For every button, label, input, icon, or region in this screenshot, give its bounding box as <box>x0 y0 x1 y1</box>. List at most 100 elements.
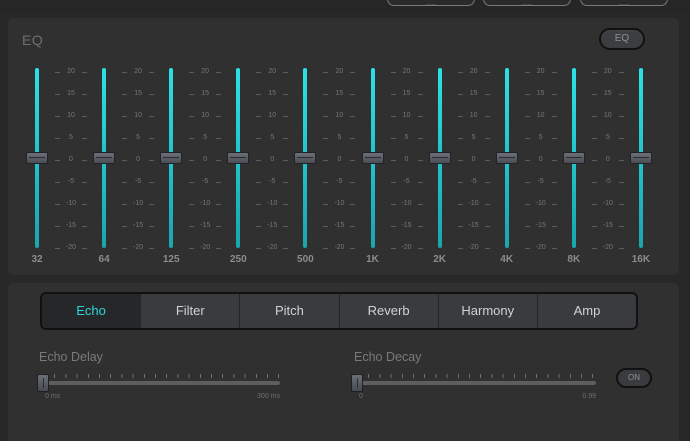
eq-scale-tick: -20 <box>323 244 356 252</box>
eq-scale-label: 10 <box>201 112 210 119</box>
eq-scale-tick: -5 <box>457 178 490 186</box>
eq-scale-label: 0 <box>538 156 543 163</box>
eq-scale-tick: 20 <box>55 68 87 76</box>
echo-delay-track[interactable] <box>37 381 280 385</box>
echo-decay-thumb[interactable] <box>351 374 363 392</box>
eq-scale-label: 5 <box>270 134 275 141</box>
eq-scale-label: 10 <box>67 112 75 119</box>
effect-on-toggle[interactable]: ON <box>616 368 652 388</box>
eq-scale-label: 0 <box>270 156 275 163</box>
tab-echo[interactable]: Echo <box>42 294 141 328</box>
eq-scale-label: 0 <box>203 156 208 163</box>
eq-scale-tick: 20 <box>591 68 624 76</box>
eq-scale-label: -5 <box>537 178 544 185</box>
eq-slider-thumb[interactable] <box>495 152 518 164</box>
eq-scale-tick: 10 <box>189 112 222 120</box>
echo-decay-track[interactable] <box>351 381 596 385</box>
eq-scale-tick: -10 <box>323 200 356 208</box>
tab-amp[interactable]: Amp <box>536 294 636 328</box>
top-button-2[interactable]: .... <box>483 0 571 6</box>
eq-scale-label: 15 <box>469 90 478 97</box>
eq-scale-tick: 0 <box>524 156 557 164</box>
eq-frequency-label: 16K <box>631 254 651 265</box>
eq-scale-label: -20 <box>334 244 345 251</box>
eq-slider-thumb[interactable] <box>361 152 384 164</box>
eq-scale-tick: 5 <box>323 134 356 142</box>
eq-band-250: 250 <box>223 68 253 278</box>
eq-scale-tick: 15 <box>55 90 87 98</box>
eq-scale-label: 5 <box>136 134 141 141</box>
eq-scale-label: -15 <box>401 222 412 229</box>
eq-slider-thumb[interactable] <box>428 152 451 164</box>
eq-scale-tick: -20 <box>122 244 155 252</box>
eq-scale-tick: -5 <box>524 178 557 186</box>
eq-scale-tick: -15 <box>457 222 490 230</box>
echo-decay-slider[interactable]: 0 0.99 <box>351 371 596 400</box>
eq-panel: EQ EQ 32 20 15 10 5 0 -5 -10 -15 -20 64 20 15 10 5 0 -5 -… <box>8 18 679 275</box>
eq-slider-thumb[interactable] <box>294 152 317 164</box>
eq-scale-tick: 10 <box>524 112 557 120</box>
eq-scale-label: 0 <box>136 156 141 163</box>
eq-slider-thumb[interactable] <box>629 152 652 164</box>
eq-db-scale: 20 15 10 5 0 -5 -10 -15 -20 <box>189 68 222 258</box>
eq-scale-tick: 20 <box>524 68 557 76</box>
eq-scale-label: -15 <box>602 222 613 229</box>
eq-scale-label: -10 <box>267 200 278 207</box>
eq-scale-tick: -5 <box>323 178 356 186</box>
eq-scale-label: 10 <box>536 112 545 119</box>
eq-frequency-label: 500 <box>297 254 314 265</box>
eq-slider-thumb[interactable] <box>93 152 116 164</box>
eq-toggle-button[interactable]: EQ <box>599 28 645 50</box>
eq-scale-label: -15 <box>267 222 278 229</box>
eq-scale-label: 0 <box>471 156 476 163</box>
eq-slider-thumb[interactable] <box>26 152 48 164</box>
eq-scale-tick: -10 <box>189 200 222 208</box>
eq-scale-tick: -5 <box>122 178 155 186</box>
eq-scale-label: 20 <box>335 68 344 75</box>
tab-harmony[interactable]: Harmony <box>437 294 537 328</box>
eq-scale-tick: 0 <box>457 156 490 164</box>
eq-scale-label: -20 <box>200 244 211 251</box>
eq-scale-tick: -15 <box>189 222 222 230</box>
eq-db-scale: 20 15 10 5 0 -5 -10 -15 -20 <box>122 68 155 258</box>
eq-scale-tick: 5 <box>189 134 222 142</box>
eq-scale-label: -5 <box>67 178 75 185</box>
eq-scale-label: 10 <box>134 112 142 119</box>
eq-slider-thumb[interactable] <box>227 152 250 164</box>
eq-db-scale: 20 15 10 5 0 -5 -10 -15 -20 <box>323 68 356 258</box>
eq-scale-label: 0 <box>337 156 342 163</box>
eq-scale-label: 10 <box>469 112 478 119</box>
eq-frequency-label: 32 <box>31 254 43 265</box>
eq-slider-thumb[interactable] <box>160 152 183 164</box>
eq-scale-label: -15 <box>468 222 479 229</box>
eq-band-2K: 2K <box>425 68 455 278</box>
eq-scale-tick: 5 <box>390 134 423 142</box>
tab-pitch[interactable]: Pitch <box>239 294 338 328</box>
top-button-3[interactable]: .... <box>580 0 668 6</box>
eq-scale-label: 20 <box>201 68 210 75</box>
top-button-1[interactable]: .... <box>387 0 475 6</box>
eq-scale-tick: 5 <box>591 134 624 142</box>
eq-scale-label: -5 <box>470 178 477 185</box>
tab-filter[interactable]: Filter <box>140 294 239 328</box>
eq-scale-tick: -5 <box>189 178 222 186</box>
eq-scale-tick: -20 <box>55 244 87 252</box>
eq-scale-label: 5 <box>538 134 543 141</box>
echo-decay-max: 0.99 <box>582 393 596 400</box>
echo-delay-slider[interactable]: 0 ms 300 ms <box>37 371 280 400</box>
eq-slider-thumb[interactable] <box>562 152 585 164</box>
eq-scale-label: -15 <box>133 222 144 229</box>
eq-scale-label: -20 <box>267 244 278 251</box>
eq-scale-label: 20 <box>268 68 277 75</box>
eq-frequency-label: 125 <box>162 254 180 265</box>
eq-scale-label: -5 <box>336 178 343 185</box>
echo-delay-thumb[interactable] <box>37 374 49 392</box>
tab-reverb[interactable]: Reverb <box>338 294 438 328</box>
eq-scale-label: -15 <box>334 222 345 229</box>
eq-scale-tick: 15 <box>122 90 155 98</box>
eq-scale-tick: -5 <box>256 178 289 186</box>
eq-scale-tick: -10 <box>122 200 155 208</box>
echo-decay-min: 0 <box>359 393 363 400</box>
eq-scale-tick: 0 <box>256 156 289 164</box>
eq-frequency-label: 250 <box>229 254 247 265</box>
